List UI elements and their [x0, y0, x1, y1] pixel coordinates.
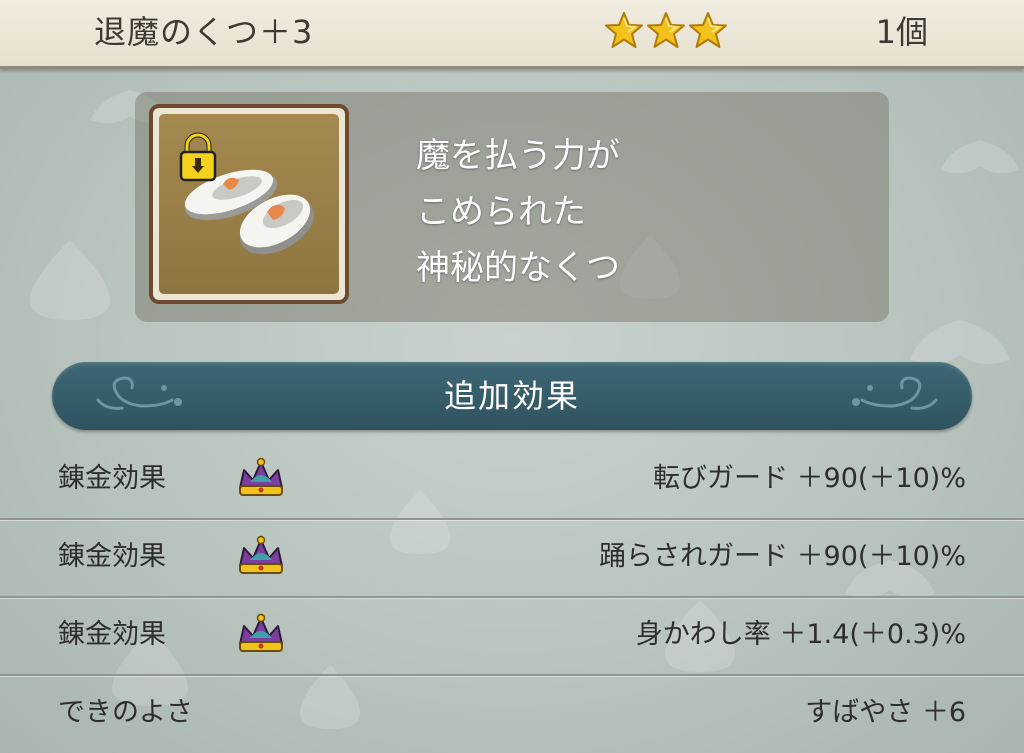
item-quantity: 1個 [875, 13, 928, 51]
additional-effects-banner: 追加効果 [52, 362, 972, 430]
white-shoes-locked-icon [159, 114, 339, 294]
effect-label: 錬金効果 [58, 463, 166, 494]
item-name: 退魔のくつ＋3 [94, 13, 314, 51]
effect-label: 錬金効果 [58, 619, 166, 650]
quality-row: できのよさ すばやさ ＋6 [0, 676, 1024, 753]
star-icon [605, 12, 643, 48]
alchemy-crown-icon [239, 457, 283, 496]
star-icon [647, 12, 685, 48]
section-title: 追加効果 [443, 377, 580, 415]
alchemy-crown-icon [239, 535, 283, 574]
star-icon [689, 12, 727, 48]
alchemy-crown-icon [239, 613, 283, 652]
shoes-icon [179, 132, 315, 255]
item-description: 魔を払う力が こめられた 神秘的なくつ [416, 128, 856, 296]
item-icon-frame[interactable] [149, 104, 349, 304]
quality-label: できのよさ [58, 697, 193, 728]
effect-value: 転びガード ＋90(＋10)% [652, 463, 966, 494]
effect-value: 踊らされガード ＋90(＋10)% [598, 541, 966, 572]
description-line: 神秘的なくつ [416, 248, 620, 288]
item-rarity-stars [604, 10, 728, 50]
effect-row: 錬金効果 身かわし率 ＋1.4(＋0.3)% [0, 598, 1024, 676]
effect-value: 身かわし率 ＋1.4(＋0.3)% [635, 619, 966, 650]
item-header-bar: 退魔のくつ＋3 1個 [0, 0, 1024, 69]
effect-row: 錬金効果 踊らされガード ＋90(＋10)% [0, 520, 1024, 598]
description-line: こめられた [416, 192, 586, 232]
quality-value: すばやさ ＋6 [805, 697, 966, 728]
description-line: 魔を払う力が [416, 136, 620, 176]
effect-label: 錬金効果 [58, 541, 166, 572]
effect-row: 錬金効果 転びガード ＋90(＋10)% [0, 442, 1024, 520]
item-detail-screen: 退魔のくつ＋3 1個 魔を払う力が こめられた 神秘的なくつ 追加効果 錬金効果… [0, 0, 1024, 753]
lock-icon [179, 132, 217, 182]
